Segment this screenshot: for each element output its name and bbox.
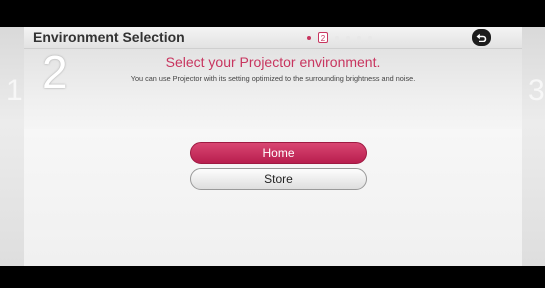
page-dot-3 — [335, 35, 339, 40]
previous-step-edge: 1 — [0, 27, 24, 266]
next-step-number: 3 — [528, 74, 545, 107]
page-dot-6 — [368, 35, 372, 40]
page-dot-current: 2 — [318, 32, 328, 43]
instruction-heading: Select your Projector environment. — [165, 54, 381, 70]
page-title: Environment Selection — [33, 29, 185, 45]
instruction-description: You can use Projector with its setting o… — [130, 74, 416, 83]
store-button[interactable]: Store — [190, 168, 367, 190]
current-step-number: 2 — [42, 46, 68, 98]
next-step-edge: 3 — [522, 27, 545, 266]
home-button[interactable]: Home — [190, 142, 367, 164]
letterbox-top — [0, 0, 545, 27]
page-indicator: 2 — [307, 32, 372, 43]
panel-header: Environment Selection 2 — [24, 27, 522, 49]
setup-panel: Environment Selection 2 Select your Proj… — [24, 27, 522, 266]
back-arrow-icon — [476, 33, 487, 42]
page-dot-5 — [357, 35, 361, 40]
letterbox-bottom — [0, 266, 545, 288]
instruction-area: Select your Projector environment. You c… — [24, 49, 522, 129]
page-dot-4 — [346, 35, 350, 40]
previous-step-number: 1 — [6, 74, 23, 107]
back-button[interactable] — [472, 29, 491, 46]
page-dot-1 — [307, 35, 311, 40]
